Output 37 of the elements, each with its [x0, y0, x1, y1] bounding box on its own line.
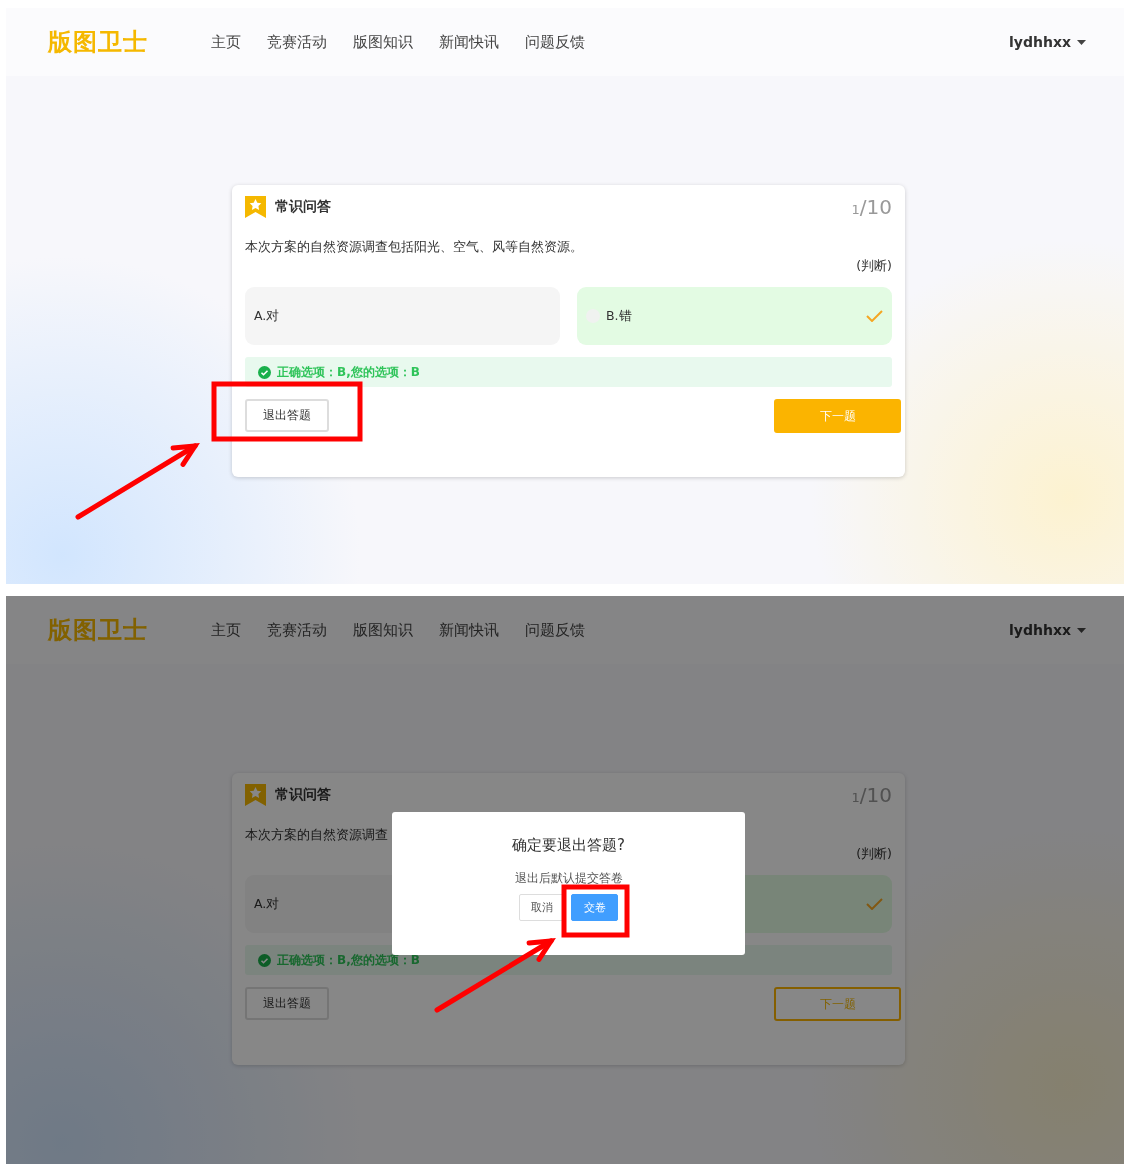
check-icon [866, 310, 883, 322]
dialog-message: 退出后默认提交答卷 [514, 871, 623, 886]
answer-option[interactable]: A.对 [245, 287, 560, 345]
nav-link[interactable]: 版图知识 [353, 32, 413, 52]
caret-icon [1077, 627, 1086, 633]
question-counter: 1/10 [851, 195, 892, 219]
nav-link[interactable]: 问题反馈 [525, 32, 585, 52]
nav-link[interactable]: 新闻快讯 [439, 620, 499, 640]
question-type: (判断) [855, 258, 892, 275]
quiz-title: 常识问答 [275, 198, 332, 216]
result-text: 正确选项：B,您的选项：B [277, 363, 420, 381]
nav-link[interactable]: 主页 [211, 32, 241, 52]
nav-link[interactable]: 竞赛活动 [267, 32, 327, 52]
question-text: 本次方案的自然资源调查 [245, 827, 389, 844]
exit-quiz-button[interactable]: 退出答题 [245, 987, 329, 1020]
question-text: 本次方案的自然资源调查包括阳光、空气、风等自然资源。 [245, 239, 584, 256]
bookmark-star-icon [245, 196, 266, 218]
check-icon [866, 898, 883, 910]
question-type: (判断) [855, 846, 892, 863]
submit-button[interactable]: 交卷 [571, 894, 618, 921]
bookmark-star-icon [245, 784, 266, 806]
user-menu[interactable]: lydhhxx [1009, 622, 1086, 638]
nav-link[interactable]: 竞赛活动 [267, 620, 327, 640]
dialog-title: 确定要退出答题? [512, 836, 625, 855]
cancel-button[interactable]: 取消 [519, 894, 565, 921]
answer-option[interactable]: B.错 [577, 287, 892, 345]
check-circle-icon [258, 365, 271, 379]
nav-link[interactable]: 新闻快讯 [439, 32, 499, 52]
user-menu[interactable]: lydhhxx [1009, 34, 1086, 50]
quiz-title: 常识问答 [275, 786, 332, 804]
nav-link[interactable]: 问题反馈 [525, 620, 585, 640]
exit-quiz-button[interactable]: 退出答题 [245, 399, 329, 432]
caret-icon [1077, 39, 1086, 45]
check-circle-icon [258, 953, 271, 967]
result-text: 正确选项：B,您的选项：B [277, 951, 420, 969]
nav-link[interactable]: 版图知识 [353, 620, 413, 640]
nav-link[interactable]: 主页 [211, 620, 241, 640]
